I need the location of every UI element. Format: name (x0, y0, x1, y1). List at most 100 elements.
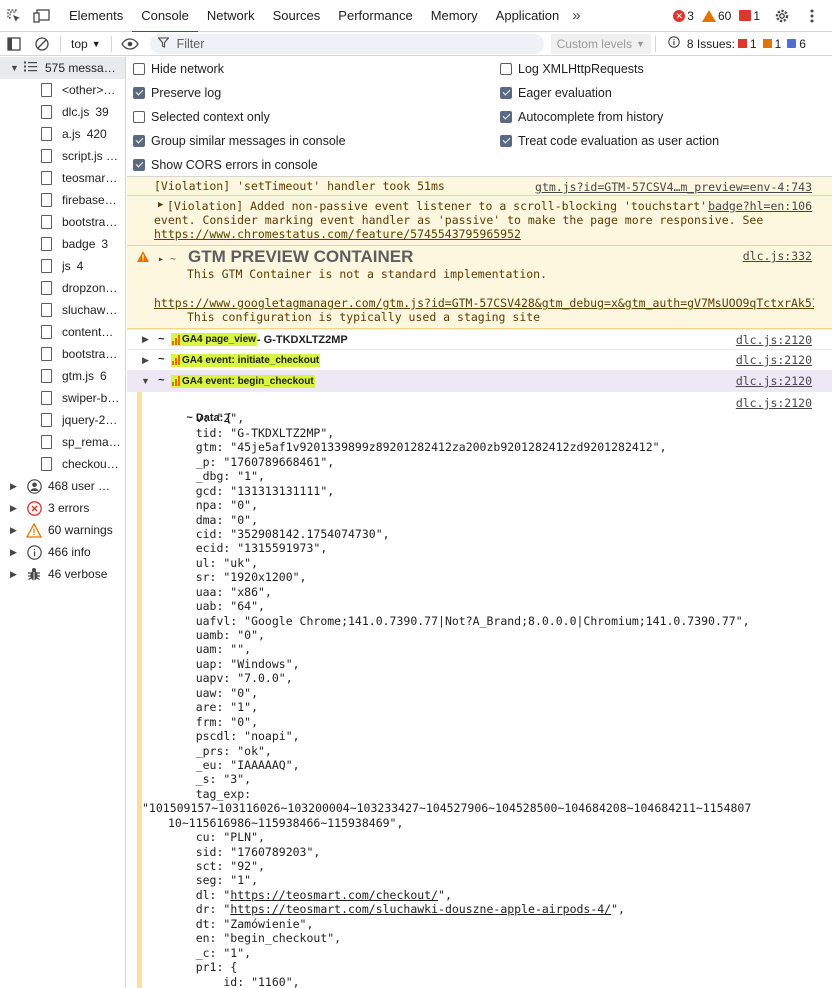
checkbox-checked[interactable] (500, 111, 512, 123)
message-source-link[interactable]: dlc.js:2120 (736, 396, 812, 410)
sidebar-item-file[interactable]: <other>… (0, 79, 125, 101)
setting-hide-network[interactable]: Hide network (133, 62, 224, 76)
sidebar-file-list: <other>… dlc.js 39 a.js 420 script.js … teosma… (0, 79, 125, 475)
message-source-link[interactable]: dlc.js:2120 (736, 374, 812, 388)
console-group-ga4-page-view[interactable]: ▶ ~ GA4 page_view - G-TKDXLTZ2MP dlc.js:… (127, 329, 832, 350)
checkbox-checked[interactable] (500, 135, 512, 147)
live-expression-eye-icon[interactable] (116, 32, 144, 56)
sidebar-item-errors[interactable]: ▶ 3 errors (0, 497, 125, 519)
console-settings-panel: Hide network Preserve log Selected conte… (127, 57, 832, 177)
setting-show-cors-errors[interactable]: Show CORS errors in console (133, 158, 318, 172)
sidebar-item-file[interactable]: checkou… (0, 453, 125, 475)
checkbox[interactable] (133, 63, 145, 75)
message-source-link[interactable]: badge?hl=en:106 (708, 199, 812, 213)
message-source-link[interactable]: gtm.js?id=GTM-57CSV4…m_preview=env-4:743 (535, 180, 812, 194)
inspect-element-icon[interactable] (0, 0, 28, 32)
console-group-ga4-initiate-checkout[interactable]: ▶ ~ GA4 event: initiate_checkout dlc.js:… (127, 350, 832, 371)
sidebar-item-file[interactable]: swiper-b… (0, 387, 125, 409)
collapsed-arrow-icon[interactable]: ▶ (142, 334, 149, 345)
kebab-menu-icon[interactable] (798, 0, 826, 32)
sidebar-item-file[interactable]: script.js … (0, 145, 125, 167)
checkbox-checked[interactable] (133, 159, 145, 171)
setting-eager-evaluation[interactable]: Eager evaluation (500, 86, 612, 100)
file-icon (41, 193, 52, 207)
tab-elements[interactable]: Elements (60, 0, 132, 32)
tab-sources[interactable]: Sources (264, 0, 330, 32)
data-object-header[interactable]: ~ Data: { (127, 397, 832, 424)
sidebar-item-file[interactable]: jquery-2… (0, 409, 125, 431)
setting-log-xmlhttprequests[interactable]: Log XMLHttpRequests (500, 62, 644, 76)
tab-memory[interactable]: Memory (422, 0, 487, 32)
tab-console[interactable]: Console (132, 0, 198, 33)
tab-network[interactable]: Network (198, 0, 264, 32)
sidebar-item-file[interactable]: content… (0, 321, 125, 343)
warning-count-badge[interactable]: 60 (701, 9, 731, 23)
sidebar-item-file[interactable]: badge 3 (0, 233, 125, 255)
sidebar-item-file[interactable]: a.js 420 (0, 123, 125, 145)
setting-preserve-log[interactable]: Preserve log (133, 86, 221, 100)
more-tabs-button[interactable]: » (568, 0, 584, 32)
message-link[interactable]: https://www.chromestatus.com/feature/574… (154, 227, 521, 241)
issues-count-badge[interactable]: 1 (739, 9, 760, 23)
checkbox[interactable] (133, 111, 145, 123)
sidebar-item-label: swiper-b… (62, 391, 120, 405)
console-message-violation: ▶ [Violation] Added non-passive event li… (127, 196, 832, 246)
sidebar-item-label: dropzon… (62, 281, 118, 295)
setting-selected-context-only[interactable]: Selected context only (133, 110, 270, 124)
context-select[interactable]: top ▼ (65, 37, 107, 51)
message-link[interactable]: https://www.googletagmanager.com/gtm.js?… (154, 296, 814, 310)
sidebar-item-file[interactable]: gtm.js 6 (0, 365, 125, 387)
clear-console-icon[interactable] (28, 32, 56, 56)
data-property-line: npa: "0", (168, 498, 259, 513)
sidebar-toggle-icon[interactable] (0, 32, 28, 56)
error-count-badge[interactable]: ✕ 3 (673, 9, 694, 23)
data-property-line: tag_exp: (168, 786, 252, 801)
group-tilde: ~ (158, 352, 165, 365)
property-url-link[interactable]: https://teosmart.com/checkout/ (230, 888, 438, 902)
sidebar-item-messages[interactable]: ▼ 575 messa… (0, 57, 125, 79)
console-group-ga4-begin-checkout[interactable]: ▼ ~ GA4 event: begin_checkout dlc.js:212… (127, 371, 832, 392)
sidebar-item-verbose[interactable]: ▶ 46 verbose (0, 563, 125, 585)
collapsed-arrow-icon: ▶ (10, 524, 17, 535)
sidebar-item-file[interactable]: dlc.js 39 (0, 101, 125, 123)
checkbox-checked[interactable] (500, 87, 512, 99)
sidebar-item-file[interactable]: bootstra… (0, 211, 125, 233)
sidebar-item-warnings[interactable]: ▶ 60 warnings (0, 519, 125, 541)
tab-performance[interactable]: Performance (329, 0, 421, 32)
expand-arrow-icon[interactable]: ▶ (158, 200, 163, 210)
message-source-link[interactable]: dlc.js:332 (743, 249, 812, 263)
issues-counter[interactable]: 8 Issues: 1 1 6 (668, 36, 806, 51)
sidebar-item-info[interactable]: ▶ 466 info (0, 541, 125, 563)
sidebar-item-file[interactable]: sluchaw… (0, 299, 125, 321)
checkbox[interactable] (500, 63, 512, 75)
file-icon (41, 347, 52, 361)
checkbox-checked[interactable] (133, 135, 145, 147)
settings-gear-icon[interactable] (768, 0, 796, 32)
issues-info-count: 6 (799, 36, 806, 51)
sidebar-item-file[interactable]: teosmar… (0, 167, 125, 189)
setting-autocomplete-history[interactable]: Autocomplete from history (500, 110, 663, 124)
sidebar-item-file[interactable]: js 4 (0, 255, 125, 277)
expanded-arrow-icon[interactable]: ▼ (141, 376, 150, 386)
divider (654, 35, 656, 52)
log-levels-dropdown[interactable]: Custom levels ▼ (550, 33, 651, 54)
setting-group-similar[interactable]: Group similar messages in console (133, 134, 346, 148)
filter-funnel-icon (156, 36, 170, 51)
filter-input[interactable]: Filter (149, 33, 544, 54)
setting-treat-code-evaluation[interactable]: Treat code evaluation as user action (500, 134, 719, 148)
data-property-line: ecid: "1315591973", (168, 541, 328, 556)
tab-application[interactable]: Application (487, 0, 569, 32)
sidebar-item-file[interactable]: sp_rema… (0, 431, 125, 453)
sidebar-item-file[interactable]: dropzon… (0, 277, 125, 299)
device-toolbar-icon[interactable] (28, 0, 56, 32)
message-source-link[interactable]: dlc.js:2120 (736, 333, 812, 347)
sidebar-item-file[interactable]: bootstra… (0, 343, 125, 365)
message-source-link[interactable]: dlc.js:2120 (736, 353, 812, 367)
sidebar-item-file[interactable]: firebase… (0, 189, 125, 211)
property-url-link[interactable]: https://teosmart.com/sluchawki-douszne-a… (230, 902, 611, 916)
sidebar-item-user-messages[interactable]: ▶ 468 user … (0, 475, 125, 497)
context-value: top (71, 36, 88, 51)
expand-arrow-icon[interactable]: ▸ ~ (158, 254, 176, 265)
checkbox-checked[interactable] (133, 87, 145, 99)
collapsed-arrow-icon[interactable]: ▶ (142, 355, 149, 366)
